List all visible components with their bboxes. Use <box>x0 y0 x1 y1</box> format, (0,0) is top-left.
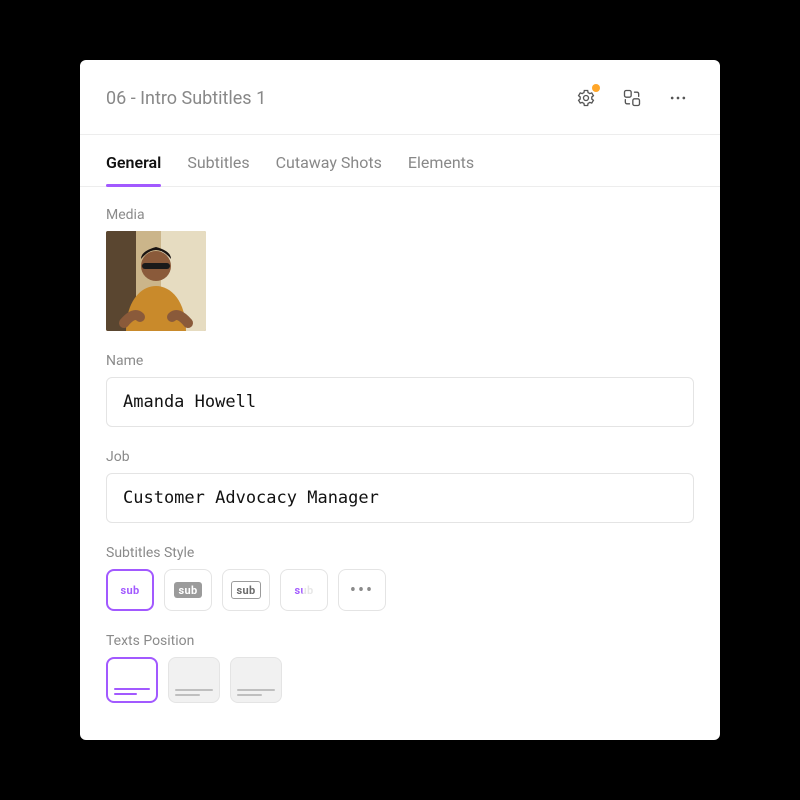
subtitle-style-more[interactable]: ••• <box>338 569 386 611</box>
sub-glyph-icon: sub <box>174 582 203 598</box>
text-position-options <box>106 657 694 703</box>
tab-general[interactable]: General <box>106 153 161 186</box>
subtitle-style-option-1[interactable]: sub <box>106 569 154 611</box>
text-position-option-1[interactable] <box>106 657 158 703</box>
more-horizontal-icon <box>668 88 688 108</box>
text-position-option-2[interactable] <box>168 657 220 703</box>
sub-glyph-icon: sub <box>116 582 145 598</box>
subtitle-style-field: Subtitles Style sub sub sub sub ••• <box>106 545 694 611</box>
text-position-option-3[interactable] <box>230 657 282 703</box>
replace-icon <box>622 88 642 108</box>
subtitle-style-label: Subtitles Style <box>106 545 694 561</box>
tab-subtitles[interactable]: Subtitles <box>187 153 249 186</box>
position-line-icon <box>175 689 213 691</box>
more-horizontal-icon: ••• <box>350 580 374 601</box>
replace-button[interactable] <box>616 82 648 114</box>
position-line-icon <box>114 693 137 695</box>
name-label: Name <box>106 353 694 369</box>
subtitle-style-option-2[interactable]: sub <box>164 569 212 611</box>
more-button[interactable] <box>662 82 694 114</box>
name-field: Name <box>106 353 694 427</box>
tab-elements[interactable]: Elements <box>408 153 474 186</box>
subtitle-style-option-3[interactable]: sub <box>222 569 270 611</box>
panel-body: Media Name Job Subtitles Style <box>80 187 720 740</box>
job-field: Job <box>106 449 694 523</box>
position-line-icon <box>237 694 262 696</box>
name-input[interactable] <box>106 377 694 427</box>
subtitle-style-options: sub sub sub sub ••• <box>106 569 694 611</box>
position-line-icon <box>114 688 150 690</box>
sub-glyph-icon: sub <box>231 581 262 599</box>
subtitle-style-option-4[interactable]: sub <box>280 569 328 611</box>
properties-panel: 06 - Intro Subtitles 1 <box>80 60 720 740</box>
media-thumbnail[interactable] <box>106 231 206 331</box>
job-input[interactable] <box>106 473 694 523</box>
job-label: Job <box>106 449 694 465</box>
tab-cutaway[interactable]: Cutaway Shots <box>276 153 382 186</box>
notification-badge <box>592 84 600 92</box>
header-actions <box>570 82 694 114</box>
position-line-icon <box>237 689 275 691</box>
texts-position-label: Texts Position <box>106 633 694 649</box>
panel-title: 06 - Intro Subtitles 1 <box>106 88 570 109</box>
media-label: Media <box>106 207 694 223</box>
sub-glyph-icon: sub <box>290 582 319 598</box>
person-thumbnail-icon <box>106 231 206 331</box>
tabs-row: General Subtitles Cutaway Shots Elements <box>80 135 720 187</box>
texts-position-field: Texts Position <box>106 633 694 703</box>
settings-button[interactable] <box>570 82 602 114</box>
panel-header: 06 - Intro Subtitles 1 <box>80 60 720 135</box>
position-line-icon <box>175 694 200 696</box>
